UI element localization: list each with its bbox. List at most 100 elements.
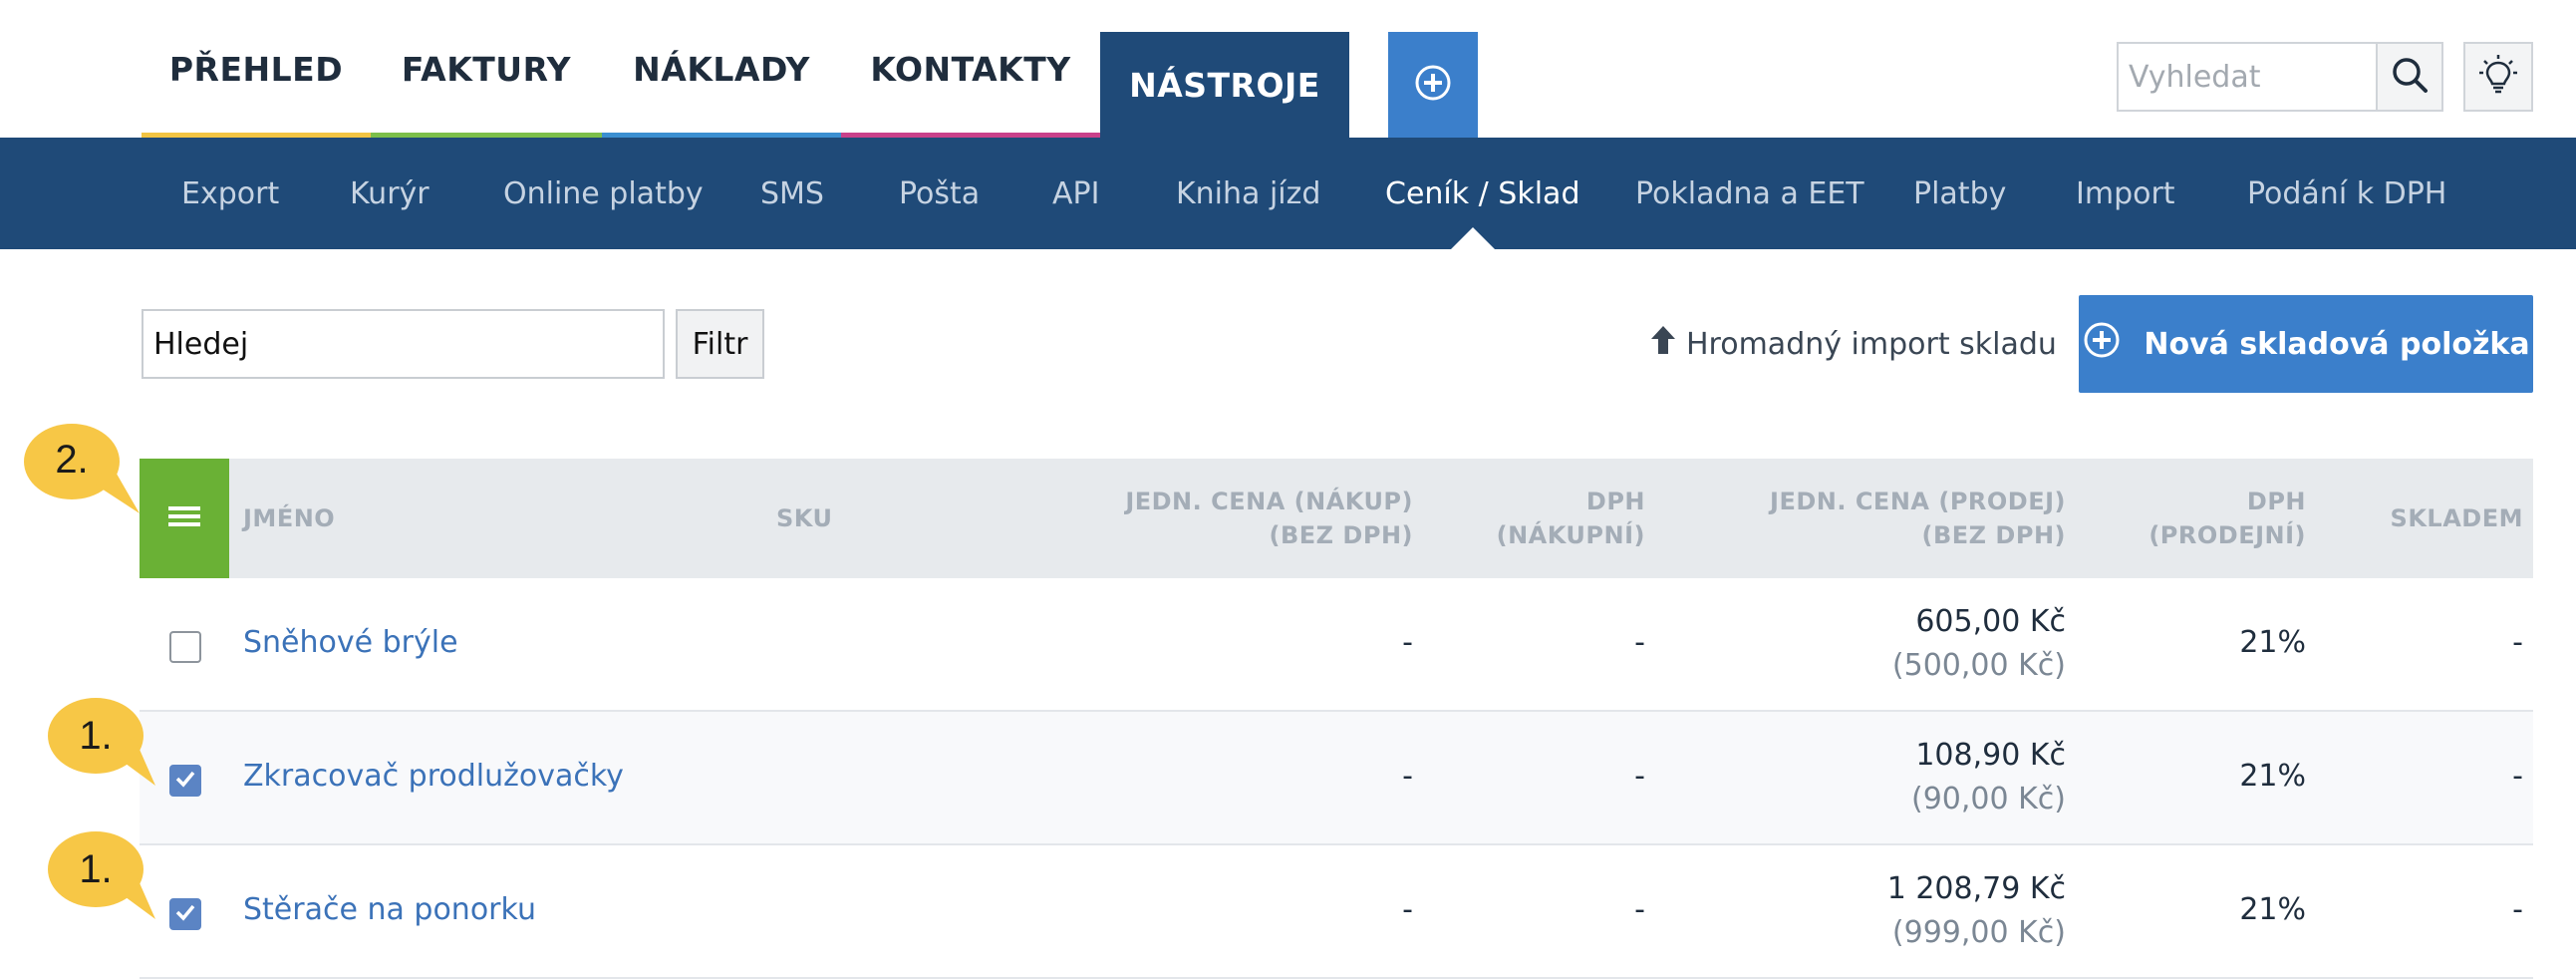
header-label: JMÉNO — [243, 504, 336, 532]
lightbulb-icon — [2476, 53, 2520, 101]
callout-badge: 2. — [24, 422, 140, 513]
buy-price-cell: - — [1402, 625, 1413, 660]
add-shortcut-button[interactable] — [1388, 32, 1478, 138]
buy-vat-cell: - — [1634, 625, 1645, 660]
global-search — [2117, 42, 2443, 112]
header-label: SKU — [776, 504, 833, 532]
column-header-sell-price[interactable]: JEDN. CENA (PRODEJ) (BEZ DPH) — [1694, 485, 2066, 552]
tab-label: FAKTURY — [401, 49, 572, 89]
checkmark-icon — [173, 767, 197, 795]
subnav-item-online-platby[interactable]: Online platby — [503, 138, 704, 249]
subnav-label: Online platby — [503, 175, 704, 211]
subnav-item-pokladna-eet[interactable]: Pokladna a EET — [1635, 138, 1864, 249]
item-name-link[interactable]: Zkracovač prodlužovačky — [243, 759, 624, 794]
callout-label: 1. — [79, 713, 113, 758]
bulk-actions-menu-button[interactable] — [140, 459, 229, 578]
subnav-item-api[interactable]: API — [1052, 138, 1099, 249]
tab-prehled[interactable]: PŘEHLED — [142, 0, 371, 138]
tab-naklady[interactable]: NÁKLADY — [602, 0, 841, 138]
sell-vat-cell: 21% — [2239, 892, 2306, 927]
subnav-label: Ceník / Sklad — [1385, 175, 1580, 211]
buy-price-cell: - — [1402, 892, 1413, 927]
sell-price-gross: 108,90 Kč — [1915, 738, 2066, 773]
stock-cell: - — [2512, 759, 2523, 794]
sell-price-cell: 605,00 Kč (500,00 Kč) — [1767, 600, 2066, 688]
plus-circle-icon — [2082, 320, 2122, 368]
header-label: (PRODEJNÍ) — [2148, 521, 2306, 549]
column-header-buy-vat[interactable]: DPH (NÁKUPNÍ) — [1445, 485, 1645, 552]
header-label: (NÁKUPNÍ) — [1496, 521, 1645, 549]
new-stock-item-label: Nová skladová položka — [2144, 326, 2530, 362]
bulk-import-label: Hromadný import skladu — [1686, 326, 2057, 362]
header-label: (BEZ DPH) — [1921, 521, 2066, 549]
bulk-import-link[interactable]: Hromadný import skladu — [1650, 309, 2057, 379]
stock-cell: - — [2512, 892, 2523, 927]
header-label: DPH — [1585, 488, 1645, 515]
row-checkbox[interactable] — [169, 765, 201, 797]
subnav-label: SMS — [760, 175, 824, 211]
subnav-item-podani-dph[interactable]: Podání k DPH — [2247, 138, 2446, 249]
item-name-link[interactable]: Sněhové brýle — [243, 625, 458, 660]
tab-faktury[interactable]: FAKTURY — [371, 0, 602, 138]
header-label: JEDN. CENA (PRODEJ) — [1770, 488, 2066, 515]
subnav-label: Kniha jízd — [1176, 175, 1321, 211]
header-label: SKLADEM — [2390, 504, 2523, 532]
header-label: JEDN. CENA (NÁKUP) — [1125, 488, 1413, 515]
tab-label: NÁKLADY — [633, 49, 810, 89]
filter-search-input[interactable] — [142, 309, 665, 379]
subnav-label: Kurýr — [350, 175, 429, 211]
sell-price-gross: 1 208,79 Kč — [1886, 871, 2066, 906]
filter-button-label: Filtr — [692, 326, 748, 362]
callout-label: 2. — [55, 437, 89, 482]
filter-button[interactable]: Filtr — [676, 309, 764, 379]
row-checkbox[interactable] — [169, 631, 201, 663]
tips-button[interactable] — [2463, 42, 2533, 112]
sell-price-net: (999,00 Kč) — [1891, 915, 2066, 950]
item-name-link[interactable]: Stěrače na ponorku — [243, 892, 536, 927]
sell-vat-cell: 21% — [2239, 759, 2306, 794]
buy-vat-cell: - — [1634, 759, 1645, 794]
column-header-sku[interactable]: SKU — [776, 501, 832, 535]
column-header-name[interactable]: JMÉNO — [243, 501, 335, 535]
subnav-label: Import — [2076, 175, 2175, 211]
hamburger-menu-icon — [166, 502, 202, 534]
subnav-label: Export — [181, 175, 280, 211]
search-button[interactable] — [2376, 44, 2441, 110]
tab-kontakty[interactable]: KONTAKTY — [841, 0, 1100, 138]
buy-price-cell: - — [1402, 759, 1413, 794]
stock-cell: - — [2512, 625, 2523, 660]
checkmark-icon — [173, 900, 197, 928]
column-header-buy-price[interactable]: JEDN. CENA (NÁKUP) (BEZ DPH) — [1096, 485, 1413, 552]
subnav-item-kuryr[interactable]: Kurýr — [350, 138, 429, 249]
row-checkbox[interactable] — [169, 898, 201, 930]
search-icon — [2390, 55, 2430, 99]
subnav-item-export[interactable]: Export — [181, 138, 279, 249]
tab-label: PŘEHLED — [168, 49, 344, 89]
subnav-label: Podání k DPH — [2247, 175, 2447, 211]
column-header-sell-vat[interactable]: DPH (PRODEJNÍ) — [2113, 485, 2306, 552]
subnav-label: Pokladna a EET — [1635, 175, 1864, 211]
subnav-item-kniha-jizd[interactable]: Kniha jízd — [1176, 138, 1320, 249]
subnav-label: Pošta — [899, 175, 981, 211]
subnav-item-import[interactable]: Import — [2076, 138, 2175, 249]
subnav-label: Platby — [1913, 175, 2007, 211]
tab-label: NÁSTROJE — [1129, 65, 1320, 105]
active-subnav-caret — [1451, 227, 1495, 249]
search-input[interactable] — [2119, 44, 2376, 110]
subnav-item-platby[interactable]: Platby — [1913, 138, 2006, 249]
header-label: DPH — [2246, 488, 2306, 515]
column-header-stock[interactable]: SKLADEM — [2372, 501, 2523, 535]
plus-circle-icon — [1413, 63, 1453, 107]
sub-navigation: Export Kurýr Online platby SMS Pošta API… — [0, 138, 2576, 249]
new-stock-item-button[interactable]: Nová skladová položka — [2079, 295, 2533, 393]
sell-price-net: (90,00 Kč) — [1911, 782, 2066, 816]
subnav-item-posta[interactable]: Pošta — [899, 138, 980, 249]
callout-label: 1. — [79, 846, 113, 891]
upload-arrow-icon — [1650, 324, 1676, 364]
tab-nastroje[interactable]: NÁSTROJE — [1100, 32, 1349, 138]
callout-badge: 1. — [48, 831, 157, 919]
sell-price-cell: 1 208,79 Kč (999,00 Kč) — [1767, 867, 2066, 955]
sell-vat-cell: 21% — [2239, 625, 2306, 660]
subnav-item-sms[interactable]: SMS — [760, 138, 824, 249]
tab-label: KONTAKTY — [870, 49, 1071, 89]
